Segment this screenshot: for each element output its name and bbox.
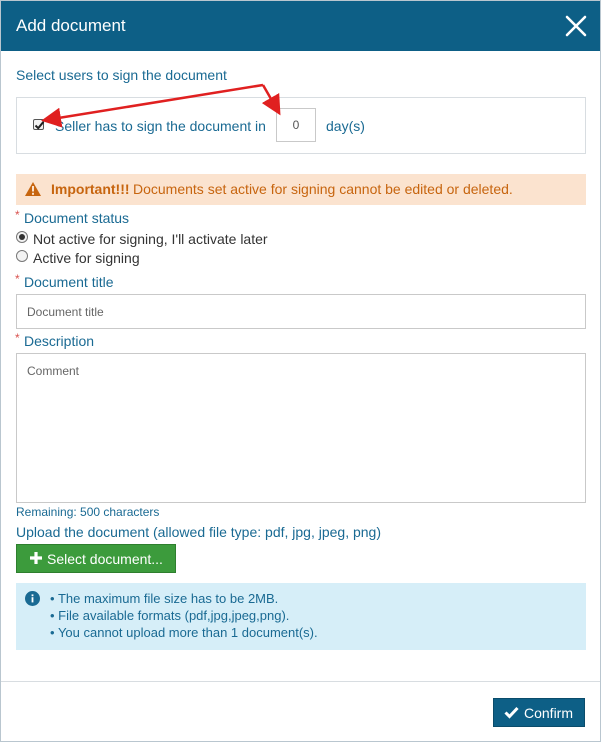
add-document-dialog: Add document Select users to sign the do…	[0, 0, 601, 742]
sign-days-input[interactable]	[276, 108, 316, 142]
document-title-input[interactable]	[16, 294, 586, 329]
signers-section-label: Select users to sign the document	[16, 67, 227, 83]
close-icon	[565, 15, 587, 37]
info-item: File available formats (pdf,jpg,jpeg,png…	[50, 607, 318, 624]
plus-icon	[30, 552, 42, 564]
required-marker: *	[15, 331, 20, 345]
warning-alert: Important!!! Documents set active for si…	[16, 174, 586, 205]
select-document-label: Select document...	[47, 551, 163, 567]
seller-sign-label: Seller has to sign the document in	[55, 118, 266, 134]
description-textarea[interactable]	[16, 353, 586, 503]
confirm-button[interactable]: Confirm	[493, 698, 585, 727]
footer-divider	[1, 681, 600, 682]
confirm-label: Confirm	[524, 705, 574, 721]
days-unit-label: day(s)	[326, 118, 365, 134]
status-option-active-label: Active for signing	[33, 250, 140, 266]
required-marker: *	[15, 208, 20, 222]
warning-strong-text: Important!!!	[51, 181, 130, 197]
status-option-inactive-label: Not active for signing, I'll activate la…	[33, 231, 268, 247]
status-radio-inactive[interactable]	[16, 231, 28, 243]
warning-triangle-icon	[25, 182, 41, 196]
select-document-button[interactable]: Select document...	[16, 544, 176, 573]
status-radio-active[interactable]	[16, 250, 28, 262]
warning-message: Documents set active for signing cannot …	[133, 181, 513, 197]
signers-box: Seller has to sign the document in day(s…	[16, 97, 586, 154]
info-item: You cannot upload more than 1 document(s…	[50, 624, 318, 641]
check-icon	[504, 706, 519, 719]
remaining-characters: Remaining: 500 characters	[16, 505, 160, 519]
dialog-title: Add document	[16, 16, 126, 35]
seller-sign-checkbox[interactable]	[33, 119, 45, 130]
description-label: Description	[24, 333, 95, 349]
upload-info-alert: The maximum file size has to be 2MB. Fil…	[16, 583, 586, 650]
checkbox-check-icon	[34, 121, 45, 130]
upload-label: Upload the document (allowed file type: …	[16, 524, 382, 540]
info-item: The maximum file size has to be 2MB.	[50, 590, 318, 607]
dialog-header: Add document	[1, 1, 600, 51]
upload-info-list: The maximum file size has to be 2MB. Fil…	[50, 590, 318, 641]
document-title-label: Document title	[24, 274, 114, 290]
close-button[interactable]	[564, 14, 588, 38]
document-status-label: Document status	[24, 210, 130, 226]
required-marker: *	[15, 272, 20, 286]
info-circle-icon	[25, 591, 40, 606]
